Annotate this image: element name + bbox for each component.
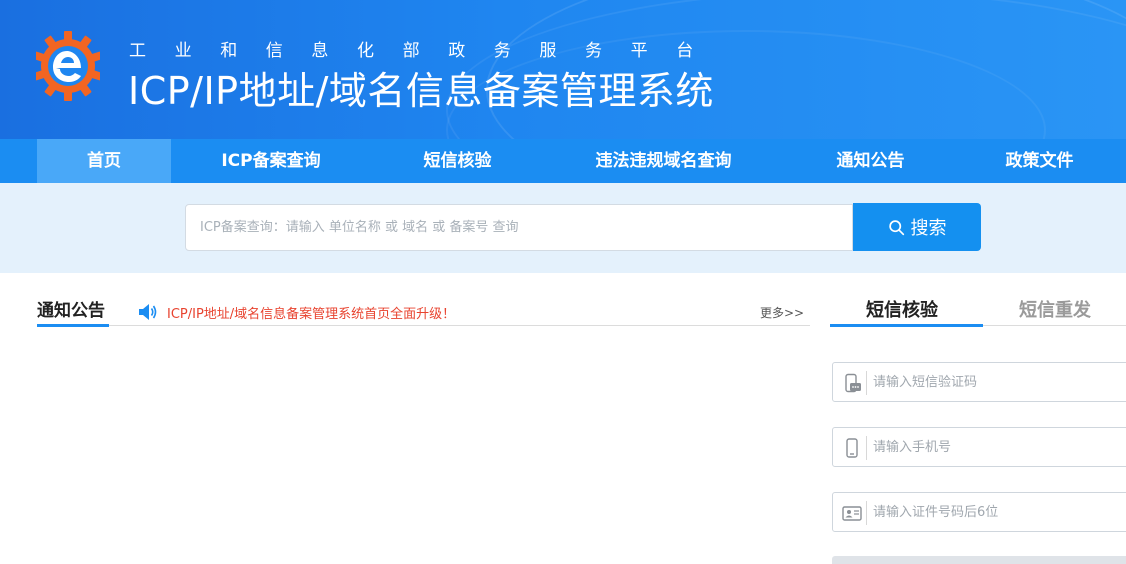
nav-item-notices[interactable]: 通知公告 xyxy=(808,139,933,183)
notice-headline-link[interactable]: ICP/IP地址/域名信息备案管理系统首页全面升级！ xyxy=(167,303,455,322)
id-suffix-input[interactable] xyxy=(873,493,1123,531)
nav-item-illegal-domain-query[interactable]: 违法违规域名查询 xyxy=(572,139,755,183)
search-button-label: 搜索 xyxy=(910,218,947,239)
search-icon xyxy=(888,219,904,235)
field-separator xyxy=(866,501,867,525)
nav-item-sms-verify[interactable]: 短信核验 xyxy=(395,139,520,183)
main-nav: 首页 ICP备案查询 短信核验 违法违规域名查询 通知公告 政策文件 xyxy=(0,139,1126,183)
e-gear-logo-icon[interactable] xyxy=(36,26,100,102)
ministry-name: 工业和信息化部政务服务平台 xyxy=(129,41,722,61)
id-card-icon xyxy=(842,506,862,521)
field-separator xyxy=(866,436,867,460)
search-band: 搜索 xyxy=(0,183,1126,273)
notice-section-title[interactable]: 通知公告 xyxy=(37,296,105,321)
field-separator xyxy=(866,371,867,395)
speaker-icon xyxy=(139,304,157,320)
tab-sms-verify[interactable]: 短信核验 xyxy=(866,296,938,322)
notice-title-underline xyxy=(37,324,109,327)
nav-item-icp-query[interactable]: ICP备案查询 xyxy=(196,139,346,183)
search-button[interactable]: 搜索 xyxy=(853,203,981,251)
icp-search-input[interactable] xyxy=(185,204,853,251)
id-suffix-field xyxy=(832,492,1126,532)
phone-input[interactable] xyxy=(873,428,1123,466)
sms-submit-button[interactable] xyxy=(832,556,1126,564)
sms-code-field xyxy=(832,362,1126,402)
site-header: 工业和信息化部政务服务平台 ICP/IP地址/域名信息备案管理系统 xyxy=(0,0,1126,139)
nav-item-policy-docs[interactable]: 政策文件 xyxy=(977,139,1102,183)
mobile-phone-icon xyxy=(846,438,858,458)
more-notices-link[interactable]: 更多>> xyxy=(760,304,804,321)
notice-divider xyxy=(37,325,810,326)
sms-active-tab-underline xyxy=(830,324,983,327)
sms-message-icon xyxy=(845,373,861,393)
phone-field xyxy=(832,427,1126,467)
tab-sms-resend[interactable]: 短信重发 xyxy=(1019,296,1091,322)
system-title: ICP/IP地址/域名信息备案管理系统 xyxy=(128,69,714,113)
sms-code-input[interactable] xyxy=(873,363,1123,401)
nav-item-home[interactable]: 首页 xyxy=(37,139,171,183)
